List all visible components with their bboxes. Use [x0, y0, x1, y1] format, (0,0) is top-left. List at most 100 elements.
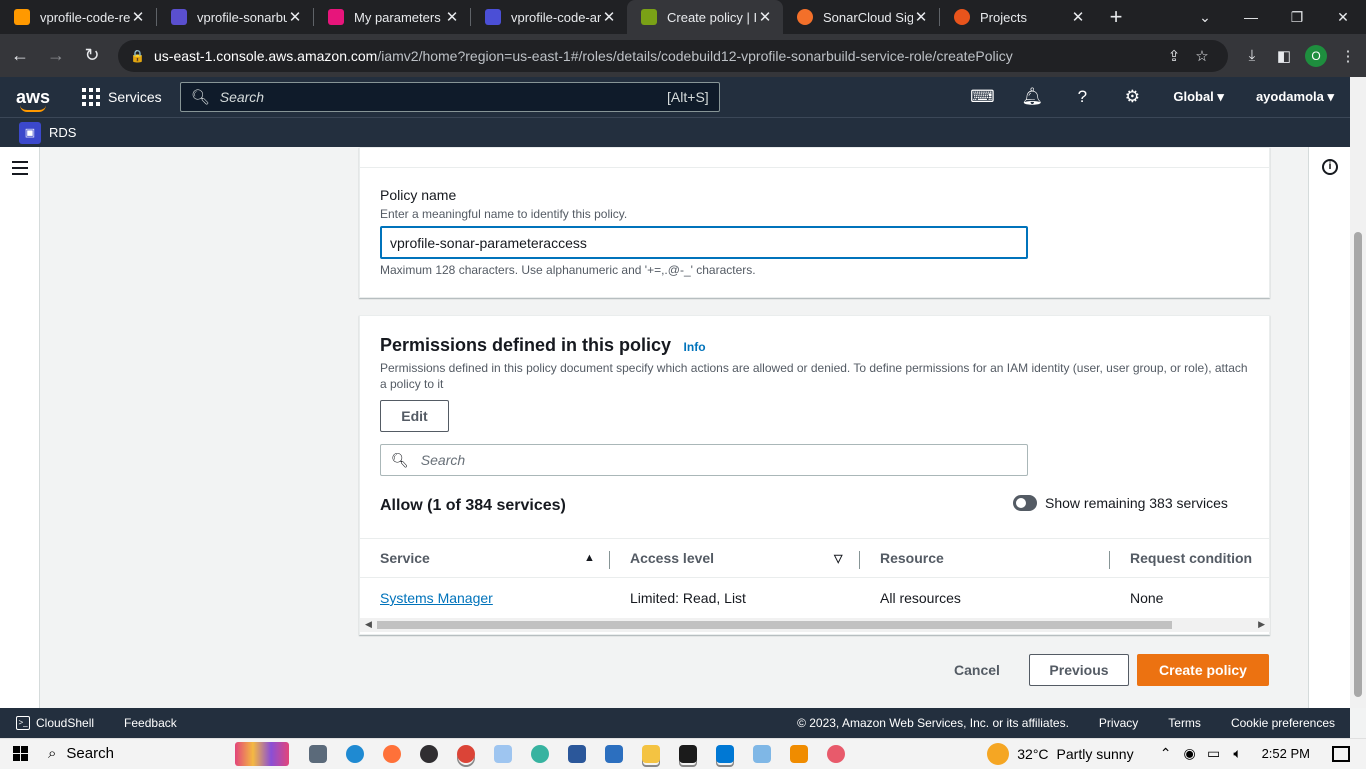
services-search-input[interactable]: 🔍︎ Search [380, 444, 1028, 476]
close-icon[interactable]: ✕ [913, 8, 929, 26]
close-icon[interactable]: ✕ [444, 8, 460, 26]
restore-icon[interactable]: ❐ [1274, 0, 1320, 34]
back-arrow-icon[interactable]: ← [4, 40, 36, 72]
browser-tab[interactable]: SonarCloud Sign ✕ [783, 0, 939, 34]
toggle-switch[interactable] [1013, 495, 1037, 511]
help-icon[interactable]: ? [1057, 87, 1107, 107]
cloudshell-icon[interactable]: >_ [16, 716, 30, 730]
minimize-icon[interactable]: — [1228, 0, 1274, 34]
cloudshell-icon[interactable]: ⌨ [957, 87, 1007, 107]
column-divider[interactable] [859, 551, 860, 569]
feedback-link[interactable]: Feedback [124, 716, 177, 730]
browser-tab[interactable]: vprofile-code-re ✕ [0, 0, 156, 34]
column-header-service[interactable]: Service ▲ [380, 538, 600, 578]
profile-avatar[interactable]: O [1305, 44, 1327, 67]
terminal-icon[interactable] [669, 739, 706, 769]
column-header-request-condition[interactable]: Request condition [1130, 538, 1252, 578]
info-circle-icon[interactable]: i [1322, 159, 1338, 175]
close-icon[interactable]: ✕ [601, 8, 617, 26]
edit-button[interactable]: Edit [380, 400, 449, 432]
forward-arrow-icon[interactable]: → [40, 40, 72, 72]
file-explorer-icon[interactable] [632, 739, 669, 769]
chevron-up-icon[interactable]: ⌃ [1154, 745, 1178, 762]
obs-icon[interactable] [410, 739, 447, 769]
close-icon[interactable]: ✕ [287, 8, 303, 26]
edge-icon[interactable] [336, 739, 373, 769]
privacy-link[interactable]: Privacy [1099, 716, 1138, 730]
chrome-icon[interactable] [447, 739, 484, 769]
firefox-icon[interactable] [373, 739, 410, 769]
notifications-bell-icon[interactable]: 🔔︎ [1007, 87, 1057, 107]
clock-time[interactable]: 2:52 PM [1262, 746, 1310, 761]
vscode-icon[interactable] [706, 739, 743, 769]
close-icon[interactable]: ✕ [757, 8, 773, 26]
speaker-icon[interactable]: 🔈︎ [1226, 745, 1250, 762]
browser-tab-active[interactable]: Create policy | IA ✕ [627, 0, 783, 34]
task-view-icon[interactable] [299, 739, 336, 769]
vlc-icon[interactable] [780, 739, 817, 769]
url-input[interactable]: 🔒 us-east-1.console.aws.amazon.com/iamv2… [118, 39, 1228, 72]
scrollbar-thumb[interactable] [377, 621, 1172, 629]
share-icon[interactable]: ⇪ [1160, 47, 1188, 65]
column-header-access-level[interactable]: Access level ▽ [630, 538, 850, 578]
browser-tab[interactable]: My parameters - ✕ [314, 0, 470, 34]
lock-icon[interactable]: 🔒 [130, 49, 145, 63]
temperature[interactable]: 32°C [1017, 746, 1048, 762]
scrollbar-thumb[interactable] [1354, 232, 1362, 697]
taskbar-search[interactable]: ⌕ Search [40, 745, 235, 762]
column-header-resource[interactable]: Resource [880, 538, 944, 578]
scroll-left-arrow-icon[interactable]: ◀ [365, 619, 372, 630]
bookmark-star-icon[interactable]: ☆ [1188, 47, 1216, 65]
new-tab-button[interactable]: + [1096, 0, 1136, 34]
previous-button[interactable]: Previous [1029, 654, 1129, 686]
account-menu[interactable]: ayodamola ▾ [1240, 89, 1350, 105]
tab-search-chevron-icon[interactable]: ⌄ [1182, 0, 1228, 34]
horizontal-scrollbar[interactable]: ◀ ▶ [360, 618, 1270, 632]
scroll-right-arrow-icon[interactable]: ▶ [1258, 619, 1265, 630]
close-icon[interactable]: ✕ [1070, 8, 1086, 26]
browser-tab[interactable]: vprofile-code-ar ✕ [471, 0, 627, 34]
policy-name-field[interactable]: vprofile-sonar-parameteraccess [380, 226, 1028, 259]
search-highlight-image[interactable] [235, 741, 289, 766]
partly-sunny-weather-icon[interactable] [987, 742, 1010, 765]
aws-search-input[interactable]: 🔍︎ Search [Alt+S] [179, 82, 720, 112]
browser-tab[interactable]: vprofile-sonarbu ✕ [157, 0, 313, 34]
infinity-app-icon[interactable] [521, 739, 558, 769]
service-link[interactable]: Systems Manager [380, 590, 493, 606]
reload-icon[interactable]: ↻ [76, 40, 108, 72]
start-button[interactable] [0, 746, 40, 761]
sort-ascending-icon[interactable]: ▲ [584, 552, 595, 564]
notepad-icon[interactable] [743, 739, 780, 769]
word-icon[interactable] [558, 739, 595, 769]
more-menu-icon[interactable]: ⋮ [1332, 47, 1364, 65]
page-scrollbar[interactable] [1350, 77, 1366, 708]
info-link[interactable]: Info [684, 340, 706, 354]
cookie-preferences-link[interactable]: Cookie preferences [1231, 716, 1335, 730]
hamburger-menu-icon[interactable] [12, 161, 28, 179]
aws-logo[interactable]: aws [0, 87, 66, 112]
sail-app-icon[interactable] [595, 739, 632, 769]
close-window-icon[interactable]: ✕ [1320, 0, 1366, 34]
rds-icon[interactable]: ▣ [19, 121, 41, 144]
favorite-rds-link[interactable]: RDS [49, 125, 76, 140]
settings-gear-icon[interactable]: ⚙ [1107, 87, 1157, 107]
close-icon[interactable]: ✕ [130, 8, 146, 26]
battery-icon[interactable]: ▭ [1202, 745, 1226, 762]
cloudshell-link[interactable]: CloudShell [36, 716, 94, 730]
region-selector[interactable]: Global ▾ [1157, 89, 1240, 105]
dropbox-icon[interactable] [484, 739, 521, 769]
show-remaining-toggle[interactable]: Show remaining 383 services [1013, 495, 1228, 511]
weather-condition[interactable]: Partly sunny [1057, 746, 1134, 762]
column-divider[interactable] [1109, 551, 1110, 569]
notification-center-icon[interactable] [1332, 745, 1350, 762]
terms-link[interactable]: Terms [1168, 716, 1201, 730]
download-icon[interactable]: ⤓ [1236, 47, 1268, 64]
create-policy-button[interactable]: Create policy [1137, 654, 1269, 686]
side-panel-icon[interactable]: ◧ [1268, 47, 1300, 65]
column-divider[interactable] [609, 551, 610, 569]
browser-tab[interactable]: Projects ✕ [940, 0, 1096, 34]
meet-now-icon[interactable]: ◉ [1178, 745, 1202, 762]
cancel-button[interactable]: Cancel [946, 654, 1008, 686]
snipping-tool-icon[interactable] [817, 739, 854, 769]
services-menu-button[interactable]: Services [82, 88, 162, 106]
